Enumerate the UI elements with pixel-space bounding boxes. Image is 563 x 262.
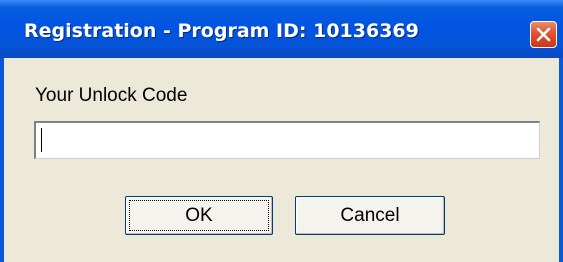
title-bar[interactable]: Registration - Program ID: 10136369 (0, 0, 563, 58)
window-title: Registration - Program ID: 10136369 (24, 20, 419, 42)
window-border-left (0, 58, 4, 262)
window-border-right (559, 58, 563, 262)
unlock-code-label: Your Unlock Code (35, 85, 188, 106)
close-button[interactable] (530, 21, 557, 48)
text-caret (41, 128, 42, 152)
cancel-button[interactable]: Cancel (295, 196, 445, 235)
registration-dialog: Registration - Program ID: 10136369 Your… (0, 0, 563, 262)
ok-button[interactable]: OK (125, 196, 273, 235)
close-icon (536, 27, 551, 42)
unlock-code-input[interactable] (34, 121, 540, 159)
